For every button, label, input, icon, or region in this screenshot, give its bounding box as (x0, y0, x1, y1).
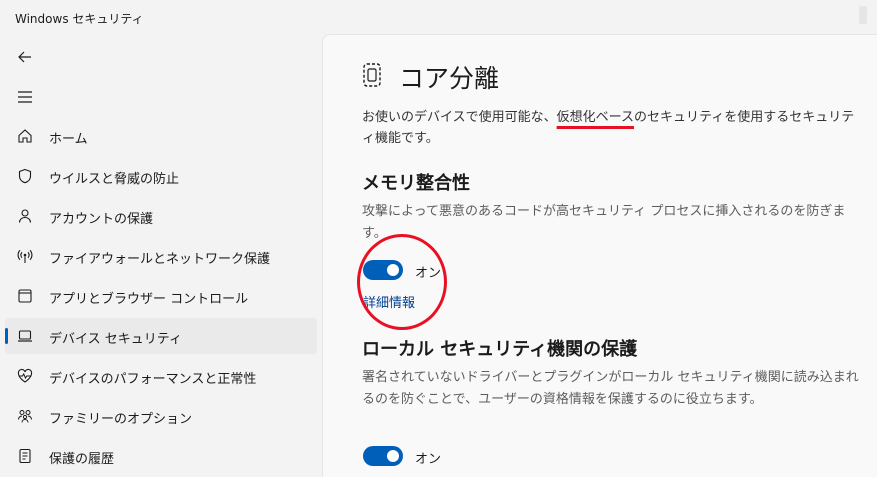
app-title: Windows セキュリティ (15, 12, 144, 26)
sidebar-item-app-browser-control[interactable]: アプリとブラウザー コントロール (5, 278, 317, 314)
sidebar-item-protection-history[interactable]: 保護の履歴 (5, 438, 317, 474)
toggle-knob (387, 450, 399, 462)
core-isolation-icon (363, 63, 381, 87)
back-button[interactable] (10, 44, 40, 70)
sidebar-item-virus-protection[interactable]: ウイルスと脅威の防止 (5, 158, 317, 194)
sidebar-item-label: アプリとブラウザー コントロール (49, 292, 249, 307)
antenna-icon (16, 247, 34, 265)
title-bar: Windows セキュリティ (0, 0, 877, 34)
sidebar-item-home[interactable]: ホーム (5, 118, 317, 154)
sidebar-item-label: ホーム (49, 132, 88, 147)
shield-icon (16, 167, 34, 185)
memory-integrity-toggle[interactable] (363, 260, 403, 280)
selection-indicator (5, 328, 8, 344)
sidebar-item-account-protection[interactable]: アカウントの保護 (5, 198, 317, 234)
lsa-protection-description: 署名されていないドライバーとプラグインがローカル セキュリティ機関に読み込まれる… (362, 370, 859, 407)
toggle-knob (387, 264, 399, 276)
memory-integrity-toggle-label: オン (415, 266, 442, 281)
family-icon (16, 407, 34, 425)
description-highlight: 仮想化ベース (556, 110, 634, 125)
page-title: コア分離 (399, 64, 500, 93)
home-icon (16, 127, 34, 145)
sidebar-item-device-security[interactable]: デバイス セキュリティ (5, 318, 317, 354)
lsa-protection-toggle-label: オン (415, 452, 442, 467)
sidebar-item-label: ウイルスと脅威の防止 (49, 172, 180, 187)
sidebar-item-label: ファイアウォールとネットワーク保護 (49, 252, 271, 267)
history-icon (16, 447, 34, 465)
sidebar-item-device-performance[interactable]: デバイスのパフォーマンスと正常性 (5, 358, 317, 394)
sidebar-item-label: デバイスのパフォーマンスと正常性 (49, 372, 257, 387)
lsa-protection-title: ローカル セキュリティ機関の保護 (362, 339, 638, 360)
sidebar-item-label: アカウントの保護 (49, 212, 154, 227)
back-arrow-icon (18, 51, 31, 63)
memory-integrity-title: メモリ整合性 (362, 173, 470, 194)
page-description: お使いのデバイスで使用可能な、仮想化ベースのセキュリティを使用するセキュリティ機… (362, 107, 862, 149)
sidebar-item-label: 保護の履歴 (49, 452, 115, 467)
hamburger-icon (18, 91, 32, 103)
sidebar: ホーム ウイルスと脅威の防止 アカウントの保護 ファイアウォールとネットワーク保… (0, 34, 322, 477)
app-window-icon (16, 287, 34, 305)
laptop-icon (16, 327, 34, 345)
learn-more-link[interactable]: 詳細情報 (363, 292, 415, 311)
menu-button[interactable] (10, 84, 40, 110)
person-icon (16, 207, 34, 225)
heart-pulse-icon (16, 367, 34, 385)
sidebar-item-label: デバイス セキュリティ (49, 332, 182, 347)
window-control[interactable] (859, 6, 867, 24)
sidebar-item-firewall[interactable]: ファイアウォールとネットワーク保護 (5, 238, 317, 274)
sidebar-item-label: ファミリーのオプション (49, 412, 193, 427)
main-content: コア分離 お使いのデバイスで使用可能な、仮想化ベースのセキュリティを使用するセキ… (322, 34, 877, 477)
lsa-protection-toggle[interactable] (363, 446, 403, 466)
memory-integrity-description: 攻撃によって悪意のあるコードが高セキュリティ プロセスに挿入されるのを防ぎます。 (362, 204, 846, 241)
sidebar-item-family-options[interactable]: ファミリーのオプション (5, 398, 317, 434)
description-text: お使いのデバイスで使用可能な、 (362, 110, 557, 125)
